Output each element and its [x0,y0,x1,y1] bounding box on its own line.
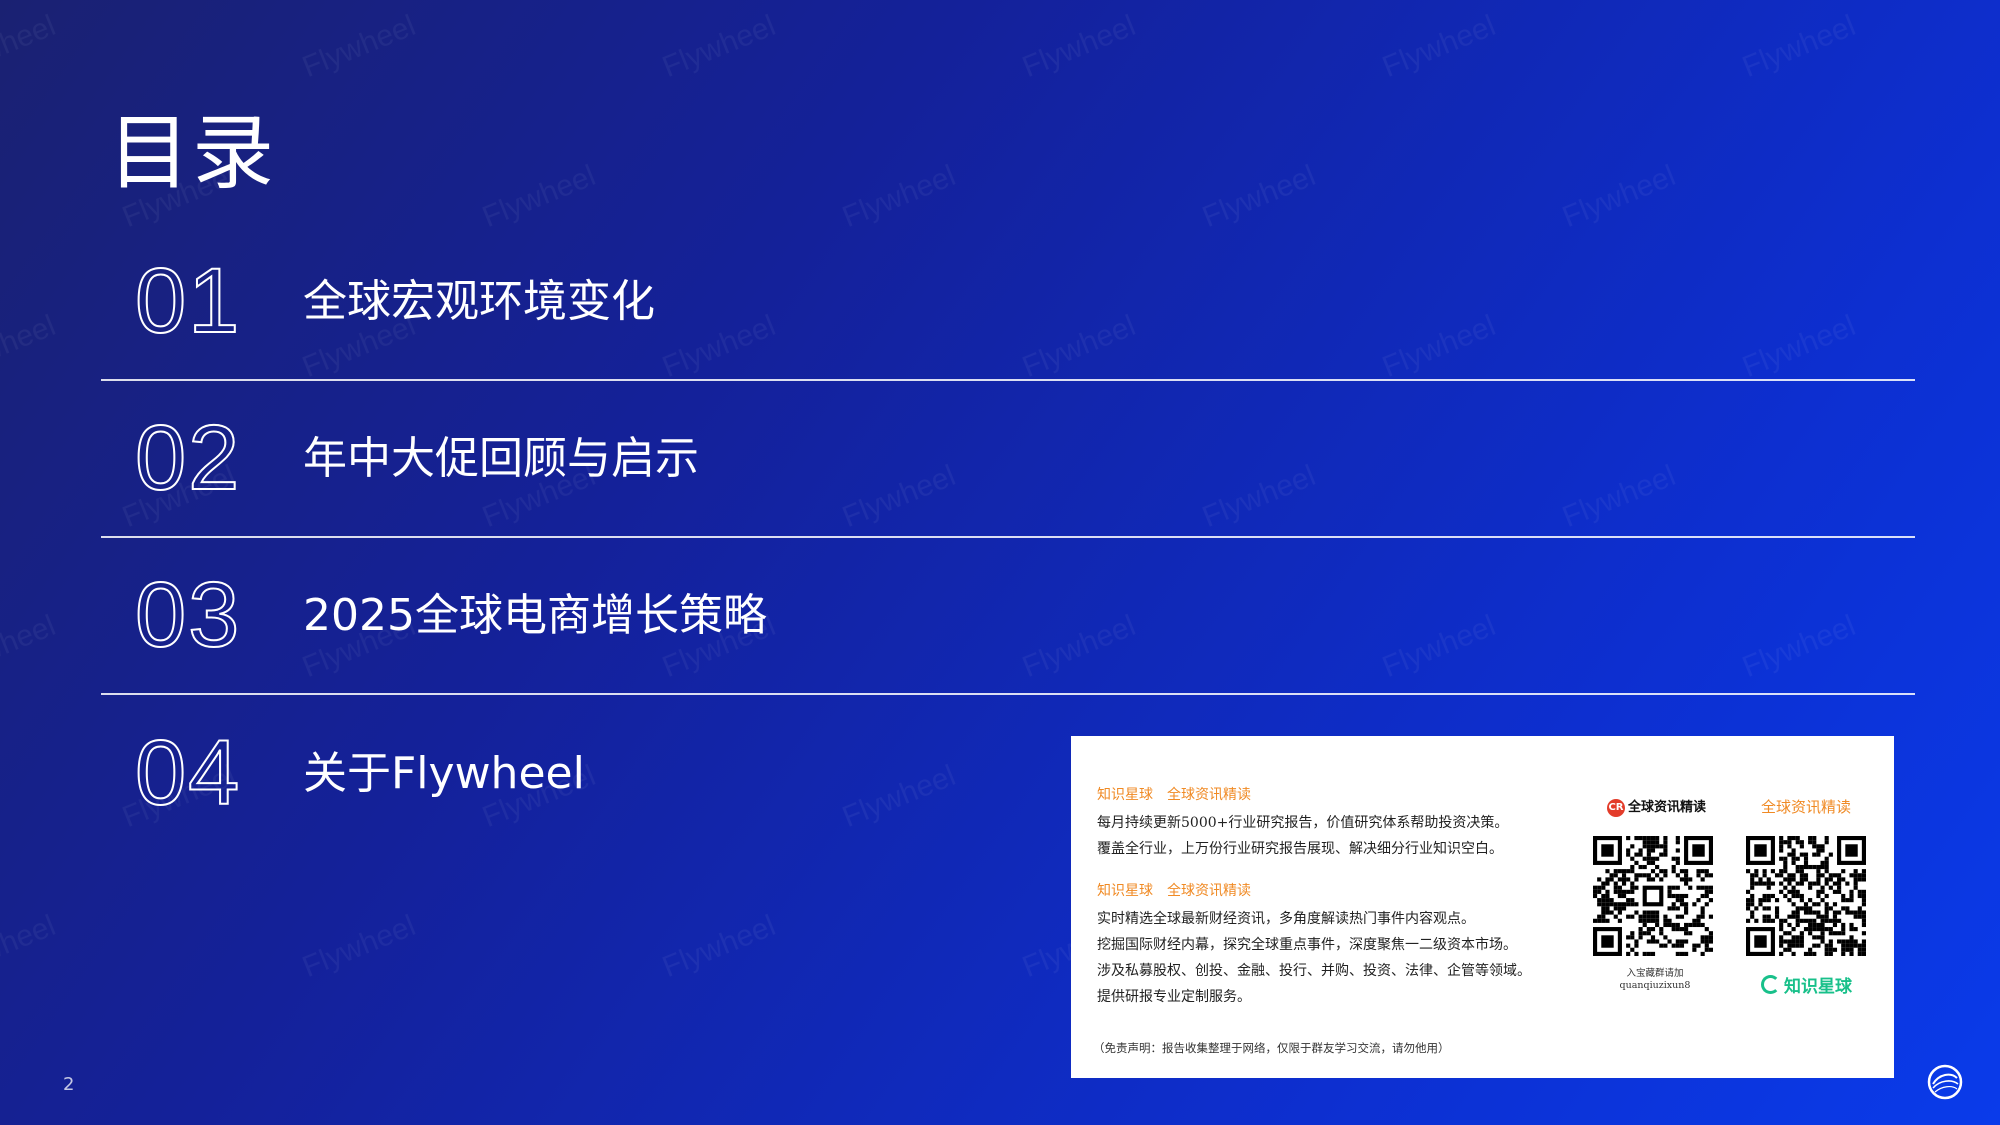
promo-heading: 知识星球 全球资讯精读 [1097,883,1251,899]
zsxq-brand-label: 知识星球 [1784,977,1852,997]
qr-code-right-icon[interactable] [1746,836,1866,956]
watermark: Flywheel [1737,9,1861,85]
qr-caption-id: quanqiuzixun8 [1619,980,1691,991]
toc-label: 年中大促回顾与启示 [303,433,699,484]
page-title: 目录 [108,106,277,201]
brand-right-top: 全球资讯精读 [1761,798,1852,816]
toc-row-2[interactable]: 02 年中大促回顾与启示 [101,381,1915,538]
toc-number: 01 [134,250,242,352]
toc-number: 02 [134,407,242,509]
qr-code-left-icon[interactable] [1593,836,1713,956]
watermark: Flywheel [297,9,421,85]
toc-number: 03 [134,564,242,666]
watermark: Flywheel [0,909,61,985]
promo-block-2: 知识星球 全球资讯精读 实时精选全球最新财经资讯，多角度解读热门事件内容观点。 … [1097,880,1531,1010]
disclaimer: （免责声明：报告收集整理于网络，仅限于群友学习交流，请勿他用） [1093,1041,1450,1055]
cr-logo-icon: CR [1607,798,1625,817]
toc-label: 关于Flywheel [303,748,585,799]
promo-block-1: 知识星球 全球资讯精读 每月持续更新5000+行业研究报告，价值研究体系帮助投资… [1097,784,1508,862]
watermark: Flywheel [0,309,61,385]
flywheel-logo-icon [1927,1064,1963,1100]
promo-line: 涉及私募股权、创投、金融、投行、并购、投资、法律、企管等领域。 [1097,963,1531,979]
page-number: 2 [63,1074,75,1095]
promo-card[interactable]: 知识星球 全球资讯精读 每月持续更新5000+行业研究报告，价值研究体系帮助投资… [1071,736,1894,1078]
watermark: Flywheel [297,909,421,985]
promo-heading: 知识星球 全球资讯精读 [1097,787,1251,803]
promo-line: 覆盖全行业，上万份行业研究报告展现、解决细分行业知识空白。 [1097,841,1503,857]
promo-line: 挖掘国际财经内幕，探究全球重点事件，深度聚焦一二级资本市场。 [1097,937,1517,953]
watermark: Flywheel [0,609,61,685]
toc-label: 2025全球电商增长策略 [303,590,767,641]
promo-line: 实时精选全球最新财经资讯，多角度解读热门事件内容观点。 [1097,911,1475,927]
zsxq-brand: 知识星球 [1761,972,1852,997]
watermark: Flywheel [657,9,781,85]
brand-left-label: 全球资讯精读 [1628,800,1707,815]
qr-caption-line: 入宝藏群请加 [1626,968,1684,979]
toc-divider [101,693,1915,695]
toc-row-1[interactable]: 01 全球宏观环境变化 [101,224,1915,381]
promo-line: 提供研报专业定制服务。 [1097,989,1251,1005]
watermark: Flywheel [0,9,61,85]
toc-row-3[interactable]: 03 2025全球电商增长策略 [101,538,1915,695]
toc-label: 全球宏观环境变化 [303,276,655,327]
qr-caption: 入宝藏群请加 quanqiuzixun8 [1595,968,1715,992]
brand-left: CR 全球资讯精读 [1607,796,1706,817]
watermark: Flywheel [1017,9,1141,85]
toc-number: 04 [134,722,242,824]
watermark: Flywheel [1377,9,1501,85]
zsxq-logo-icon [1761,975,1780,994]
watermark: Flywheel [657,909,781,985]
promo-line: 每月持续更新5000+行业研究报告，价值研究体系帮助投资决策。 [1097,815,1509,831]
